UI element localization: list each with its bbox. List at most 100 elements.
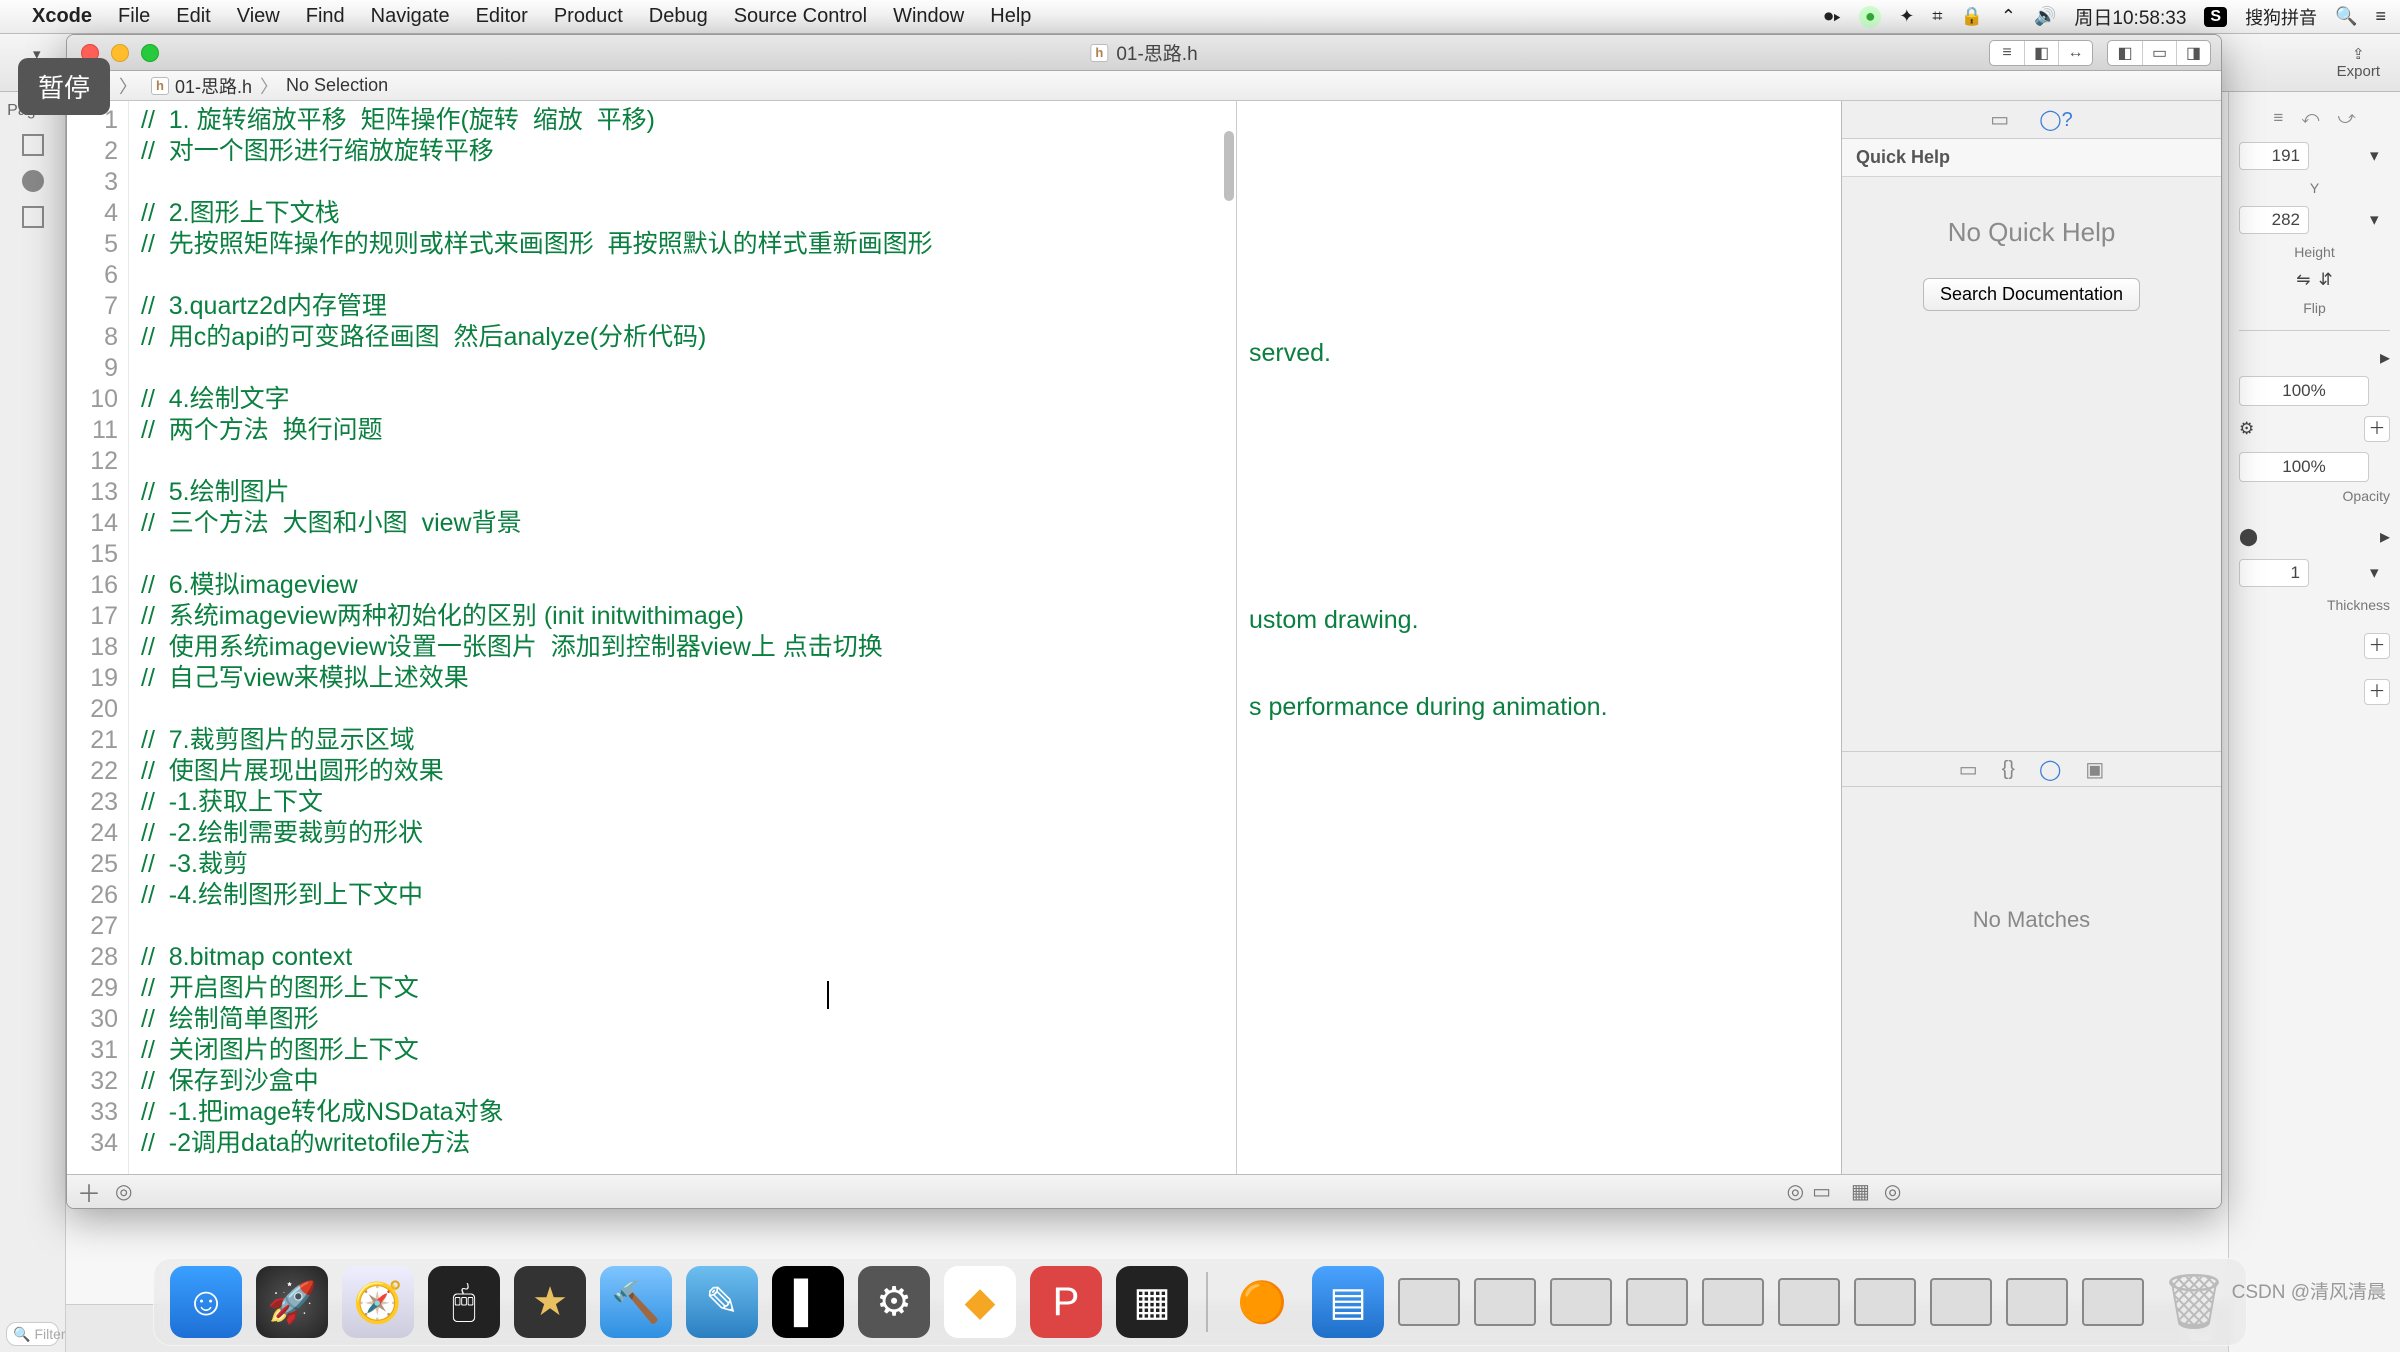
plus-icon[interactable]: ✦ — [1899, 6, 1914, 27]
inspector-tabs[interactable]: ▭ ◯? — [1842, 101, 2221, 139]
grid-view-icon[interactable]: ▦ — [1851, 1179, 1870, 1204]
thickness-field[interactable]: 1 — [2239, 559, 2309, 587]
dock-app2-icon[interactable]: ▦ — [1116, 1266, 1188, 1338]
scrollbar-thumb[interactable] — [1224, 131, 1234, 201]
standard-editor-icon: ≡ — [1990, 41, 2024, 65]
add-button[interactable]: ＋ — [2364, 416, 2390, 442]
dock-trash-icon[interactable]: 🗑 — [2158, 1266, 2230, 1338]
shape-square-icon[interactable] — [22, 134, 44, 156]
pct-1[interactable]: 100% — [2239, 376, 2369, 406]
flip-h-icon[interactable]: ⇋ — [2296, 270, 2310, 290]
filter-lib-icon[interactable]: ◎ — [1884, 1179, 1901, 1204]
dock-app1-icon[interactable]: ✎ — [686, 1266, 758, 1338]
assistant-editor[interactable]: served. ustom drawing. s performance dur… — [1237, 101, 1841, 1174]
editor-mode-seg[interactable]: ≡◧↔ — [1989, 40, 2093, 66]
jump-file[interactable]: 01-思路.h — [175, 73, 252, 99]
status-icon[interactable]: ● — [1859, 6, 1881, 28]
menu-app[interactable]: Xcode — [32, 5, 92, 28]
menu-view[interactable]: View — [237, 5, 280, 28]
library-tabs[interactable]: ▭ {} ◯ ▣ — [1842, 751, 2221, 787]
menu-edit[interactable]: Edit — [176, 5, 210, 28]
height-label: Height — [2239, 244, 2390, 260]
dock-min-6[interactable] — [1778, 1278, 1840, 1326]
jump-bar[interactable]: 〈 〉 h01-思路.h 〉 No Selection — [67, 71, 2221, 101]
add-target-button[interactable]: ＋ — [77, 1174, 101, 1209]
clock[interactable]: 周日10:58:33 — [2074, 3, 2186, 30]
menu-product[interactable]: Product — [554, 5, 623, 28]
dock-p-icon[interactable]: P — [1030, 1266, 1102, 1338]
spotlight-icon[interactable]: 🔍 — [2335, 6, 2357, 27]
ime-label[interactable]: 搜狗拼音 — [2245, 4, 2317, 30]
dock-min-1[interactable] — [1398, 1278, 1460, 1326]
dock-player-icon[interactable]: 🟠 — [1226, 1266, 1298, 1338]
add-3-button[interactable]: ＋ — [2364, 679, 2390, 705]
dock-launchpad-icon[interactable]: 🚀 — [256, 1266, 328, 1338]
utilities-panel: ▭ ◯? Quick Help No Quick Help Search Doc… — [1841, 101, 2221, 1174]
wifi-icon[interactable]: ⌃ — [2001, 6, 2016, 27]
menu-navigate[interactable]: Navigate — [371, 5, 450, 28]
file-template-icon[interactable]: ▭ — [1959, 757, 1978, 782]
dock-safari-icon[interactable]: 🧭 — [342, 1266, 414, 1338]
dock-min-10[interactable] — [2082, 1278, 2144, 1326]
volume-icon[interactable]: 🔊 — [2034, 6, 2056, 27]
bottom-seg[interactable]: ◎▭ — [1787, 1179, 1831, 1204]
filter-field[interactable]: 🔍Filter — [6, 1322, 59, 1346]
dock-finder-icon[interactable]: ☺ — [170, 1266, 242, 1338]
align-icon[interactable]: ≡ — [2273, 108, 2283, 128]
export-icon[interactable]: ⇪ — [2352, 45, 2365, 63]
dock-min-9[interactable] — [2006, 1278, 2068, 1326]
zoom-button[interactable] — [141, 44, 159, 62]
pct-2[interactable]: 100% — [2239, 452, 2369, 482]
dock-min-8[interactable] — [1930, 1278, 1992, 1326]
menu-debug[interactable]: Debug — [649, 5, 708, 28]
dock-terminal-icon[interactable]: ▌ — [772, 1266, 844, 1338]
ime-badge-icon[interactable]: S — [2204, 7, 2227, 27]
y-field[interactable]: 191 — [2239, 142, 2309, 170]
menu-help[interactable]: Help — [990, 5, 1031, 28]
dock-sketch-icon[interactable]: ◆ — [944, 1266, 1016, 1338]
shape-circle-icon[interactable] — [22, 170, 44, 192]
panel-toggle-seg[interactable]: ◧▭◨ — [2107, 40, 2211, 66]
flip-v-icon[interactable]: ⇵ — [2319, 270, 2333, 290]
text-cursor — [827, 981, 829, 1009]
menu-file[interactable]: File — [118, 5, 150, 28]
minimize-button[interactable] — [111, 44, 129, 62]
menu-find[interactable]: Find — [306, 5, 345, 28]
file-inspector-icon[interactable]: ▭ — [1990, 107, 2009, 132]
dock-preferences-icon[interactable]: ⚙ — [858, 1266, 930, 1338]
menu-source-control[interactable]: Source Control — [734, 5, 867, 28]
dock-min-3[interactable] — [1550, 1278, 1612, 1326]
jump-selection[interactable]: No Selection — [286, 75, 388, 96]
code-editor[interactable]: 1234567891011121314151617181920212223242… — [67, 101, 1237, 1174]
dock-min-4[interactable] — [1626, 1278, 1688, 1326]
search-documentation-button[interactable]: Search Documentation — [1923, 278, 2140, 311]
dock-keynote-icon[interactable]: ▤ — [1312, 1266, 1384, 1338]
shape-square2-icon[interactable] — [22, 206, 44, 228]
lock-icon[interactable]: 🔒 — [1960, 6, 1982, 27]
version-editor-icon: ↔ — [2058, 41, 2092, 65]
code-area[interactable]: // 1. 旋转缩放平移 矩阵操作(旋转 缩放 平移)// 对一个图形进行缩放旋… — [129, 101, 1236, 1174]
dock-min-5[interactable] — [1702, 1278, 1764, 1326]
quickhelp-inspector-icon[interactable]: ◯? — [2039, 107, 2073, 132]
add-2-button[interactable]: ＋ — [2364, 633, 2390, 659]
dock-xcode-icon[interactable]: 🔨 — [600, 1266, 672, 1338]
gear-icon[interactable]: ⚙ — [2239, 419, 2254, 439]
dock-mouse-icon[interactable]: 🖱 — [428, 1266, 500, 1338]
dock-min-2[interactable] — [1474, 1278, 1536, 1326]
object-library-icon[interactable]: ◯ — [2039, 757, 2061, 782]
menu-window[interactable]: Window — [893, 5, 964, 28]
code-snippet-icon[interactable]: {} — [2002, 758, 2015, 781]
dock-imovie-icon[interactable]: ★ — [514, 1266, 586, 1338]
editor-bottom-bar: ＋ ◎ ◎▭ — [67, 1174, 1841, 1208]
arrange-back-icon[interactable]: ⤺ — [2301, 108, 2319, 128]
notification-icon[interactable]: ≡ — [2375, 6, 2386, 27]
height-field[interactable]: 282 — [2239, 206, 2309, 234]
filter-icon[interactable]: ◎ — [115, 1179, 132, 1204]
menu-editor[interactable]: Editor — [476, 5, 528, 28]
media-library-icon[interactable]: ▣ — [2085, 757, 2104, 782]
nav-forward-button[interactable]: 〉 — [113, 73, 143, 99]
dock-min-7[interactable] — [1854, 1278, 1916, 1326]
screen-record-icon[interactable]: ⏺▸ — [1824, 6, 1841, 27]
bluetooth-icon[interactable]: ⌗ — [1932, 6, 1942, 27]
arrange-front-icon[interactable]: ⤻ — [2337, 108, 2355, 128]
